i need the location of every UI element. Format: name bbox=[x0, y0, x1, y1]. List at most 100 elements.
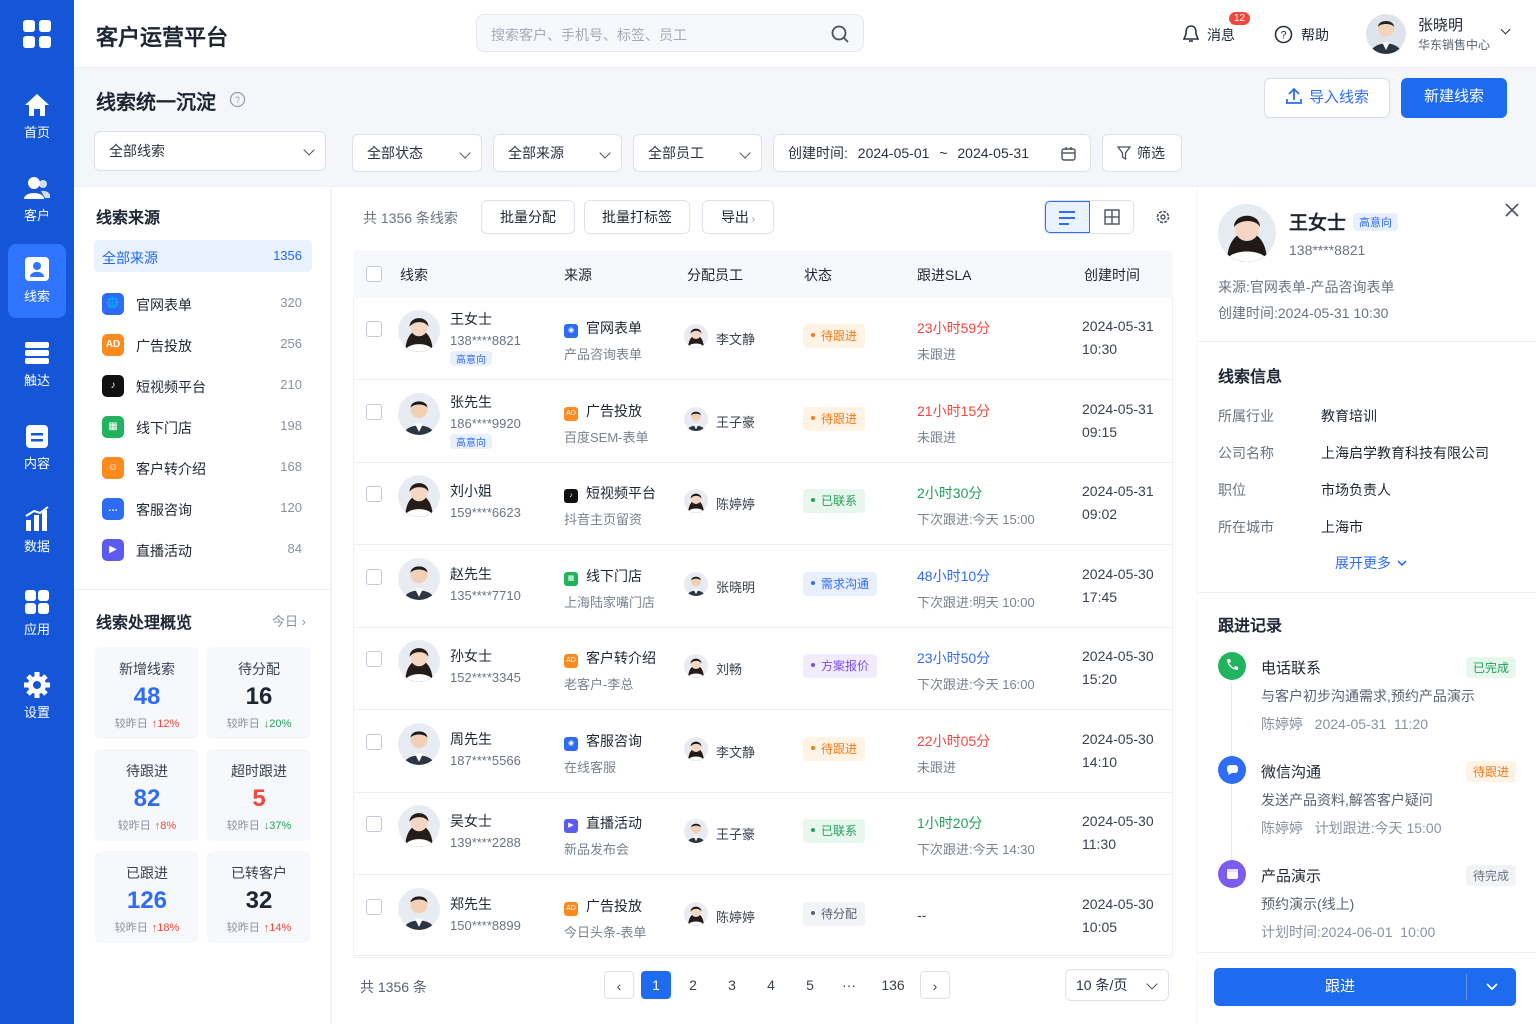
overview-period-link[interactable]: 今日 › bbox=[272, 611, 306, 630]
batch-tag-button[interactable]: 批量打标签 bbox=[584, 200, 690, 234]
record-meta: 计划时间:2024-06-01 10:00 bbox=[1261, 924, 1436, 940]
staff-name: 张晓明 bbox=[716, 579, 756, 595]
row-checkbox[interactable] bbox=[366, 898, 382, 915]
table-row[interactable]: 郑先生 150****8899 AD 广告投放 今日头条-表单 陈婷婷 待分配 -- 2024-… bbox=[353, 875, 1173, 958]
prev-page-button[interactable]: ‹ bbox=[604, 971, 634, 999]
expand-more-link[interactable]: 展开更多 bbox=[1335, 553, 1407, 573]
grid-view-button[interactable] bbox=[1091, 201, 1134, 233]
table-row[interactable]: 王女士 138****8821 高意向 ◉ 官网表单 产品咨询表单 李文静 待跟进 23小时59… bbox=[353, 298, 1173, 380]
row-checkbox[interactable] bbox=[366, 651, 382, 667]
table-row[interactable]: 吴女士 139****2288 ▶ 直播活动 新品发布会 王子豪 已联系 1小时20分 下次跟进… bbox=[353, 793, 1173, 875]
stat-value: 16 bbox=[245, 683, 273, 710]
filter-button[interactable]: 筛选 bbox=[1102, 134, 1182, 172]
status-select[interactable]: 全部状态 bbox=[352, 134, 482, 172]
lead-phone: 187****5566 bbox=[450, 752, 521, 768]
bell-icon bbox=[1182, 25, 1200, 42]
source-item-count: 320 bbox=[280, 295, 302, 310]
date-range-picker[interactable]: 创建时间: 2024-05-01 ~ 2024-05-31 bbox=[773, 134, 1091, 172]
source-item[interactable]: ♪ 短视频平台 210 bbox=[100, 371, 310, 401]
status-badge: 已联系 bbox=[803, 819, 866, 843]
import-leads-button[interactable]: 导入线索 bbox=[1264, 78, 1390, 118]
nav-content[interactable]: 内容 bbox=[8, 411, 66, 485]
stat-value: 48 bbox=[133, 683, 161, 710]
table-row[interactable]: 孙女士 152****3345 AD 客户转介绍 老客户-李总 刘畅 方案报价 23小时50分… bbox=[353, 628, 1173, 710]
source-item[interactable]: ▦ 线下门店 198 bbox=[100, 412, 310, 442]
source-item[interactable]: … 客服咨询 120 bbox=[100, 494, 310, 524]
table-row[interactable]: 张先生 186****9920 高意向 AD 广告投放 百度SEM-表单 王子豪 待跟进 21小… bbox=[353, 380, 1173, 463]
stat-card[interactable]: 超时跟进 5 较昨日 ↓37% bbox=[207, 749, 311, 841]
export-button[interactable]: 导出 › bbox=[702, 200, 774, 234]
table-row[interactable]: 赵先生 135****7710 ▦ 线下门店 上海陆家嘴门店 张晓明 需求沟通 48小时10分… bbox=[353, 545, 1173, 628]
scope-select[interactable]: 全部线索 bbox=[94, 131, 326, 171]
source-item[interactable]: AD 广告投放 256 bbox=[100, 330, 310, 360]
source-all[interactable]: 全部来源 1356 bbox=[94, 240, 312, 272]
staff-select[interactable]: 全部员工 bbox=[633, 134, 762, 172]
page-button[interactable]: 3 bbox=[717, 971, 747, 999]
source-line: AD 广告投放 bbox=[564, 896, 646, 916]
source-select[interactable]: 全部来源 bbox=[493, 134, 622, 172]
messages-button[interactable]: 消息 12 bbox=[1180, 12, 1251, 46]
stat-card[interactable]: 待跟进 82 较昨日 ↑8% bbox=[95, 749, 199, 841]
page-button[interactable]: 136 bbox=[877, 971, 909, 999]
stat-card[interactable]: 待分配 16 较昨日 ↓20% bbox=[207, 647, 311, 739]
page-size-select[interactable]: 10 条/页 bbox=[1065, 969, 1169, 1001]
nav-reach[interactable]: 触达 bbox=[8, 328, 66, 402]
source-icon: AD bbox=[564, 406, 578, 421]
nav-customers-label: 客户 bbox=[23, 208, 50, 223]
help-button[interactable]: ? 帮助 bbox=[1274, 24, 1334, 46]
table-row[interactable]: 周先生 187****5566 ◉ 客服咨询 在线客服 李文静 待跟进 22小时05分 未跟进 2… bbox=[353, 710, 1173, 793]
source-item[interactable]: 🌐 官网表单 320 bbox=[100, 289, 310, 319]
nav-leads[interactable]: 线索 bbox=[8, 244, 66, 318]
list-view-button[interactable] bbox=[1045, 201, 1090, 233]
date-start: 2024-05-01 bbox=[857, 145, 930, 161]
table-row[interactable]: 刘小姐 159****6623 ♪ 短视频平台 抖音主页留资 陈婷婷 已联系 2小时30分 下次… bbox=[353, 463, 1173, 545]
page-button[interactable]: 5 bbox=[795, 971, 825, 999]
record-status-tag: 待跟进 bbox=[1466, 761, 1517, 782]
document-icon bbox=[26, 425, 48, 448]
table-settings-icon[interactable] bbox=[1155, 209, 1171, 225]
help-hint-icon[interactable]: ? bbox=[229, 91, 246, 108]
follow-up-menu-button[interactable] bbox=[1467, 968, 1516, 1006]
stat-card[interactable]: 已跟进 126 较昨日 ↑18% bbox=[95, 851, 199, 943]
row-checkbox[interactable] bbox=[366, 568, 382, 585]
source-item-count: 120 bbox=[280, 500, 302, 515]
row-checkbox[interactable] bbox=[366, 403, 382, 420]
new-lead-button[interactable]: 新建线索 bbox=[1401, 78, 1507, 118]
follow-up-button[interactable]: 跟进 bbox=[1214, 968, 1466, 1006]
row-checkbox[interactable] bbox=[366, 733, 382, 750]
lead-avatar bbox=[398, 310, 440, 352]
row-checkbox[interactable] bbox=[366, 321, 382, 337]
select-all-checkbox[interactable] bbox=[366, 266, 382, 282]
created-date: 2024-05-31 bbox=[1082, 318, 1154, 334]
lead-avatar bbox=[398, 392, 440, 435]
stat-change-row: 较昨日 ↓37% bbox=[207, 817, 311, 833]
nav-customers[interactable]: 客户 bbox=[8, 163, 66, 237]
created-time: 10:05 bbox=[1082, 918, 1118, 935]
user-menu[interactable]: 张晓明 华东销售中心 bbox=[1366, 14, 1516, 54]
close-icon[interactable] bbox=[1504, 202, 1520, 218]
stat-card[interactable]: 新增线索 48 较昨日 ↑12% bbox=[95, 647, 199, 739]
page-button[interactable]: 4 bbox=[756, 971, 786, 999]
app-grid-icon[interactable] bbox=[23, 20, 51, 48]
nav-settings[interactable]: 设置 bbox=[8, 660, 66, 734]
lead-cell: 郑先生 150****8899 bbox=[450, 894, 521, 933]
nav-data[interactable]: 数据 bbox=[8, 494, 66, 568]
lead-phone: 135****7710 bbox=[450, 587, 521, 603]
batch-assign-button[interactable]: 批量分配 bbox=[481, 200, 575, 234]
sla-cell: 48小时10分 下次跟进:明天 10:00 bbox=[917, 566, 1035, 611]
stat-card[interactable]: 已转客户 32 较昨日 ↑14% bbox=[207, 851, 311, 943]
intent-badge: 高意向 bbox=[450, 351, 492, 366]
source-item[interactable]: ☺ 客户转介绍 168 bbox=[100, 453, 310, 483]
row-checkbox[interactable] bbox=[366, 816, 382, 832]
nav-apps[interactable]: 应用 bbox=[8, 577, 66, 651]
page-button[interactable]: 2 bbox=[678, 971, 708, 999]
row-checkbox[interactable] bbox=[366, 486, 382, 502]
page-button[interactable]: 1 bbox=[641, 971, 671, 999]
next-page-button[interactable]: › bbox=[920, 971, 950, 999]
source-item[interactable]: ▶ 直播活动 84 bbox=[100, 535, 310, 565]
nav-settings-label: 设置 bbox=[23, 705, 50, 720]
status-dot bbox=[811, 910, 815, 915]
global-search-input[interactable]: 搜索客户、手机号、标签、员工 bbox=[476, 14, 864, 52]
info-title: 线索信息 bbox=[1218, 369, 1283, 386]
nav-home[interactable]: 首页 bbox=[8, 80, 66, 154]
